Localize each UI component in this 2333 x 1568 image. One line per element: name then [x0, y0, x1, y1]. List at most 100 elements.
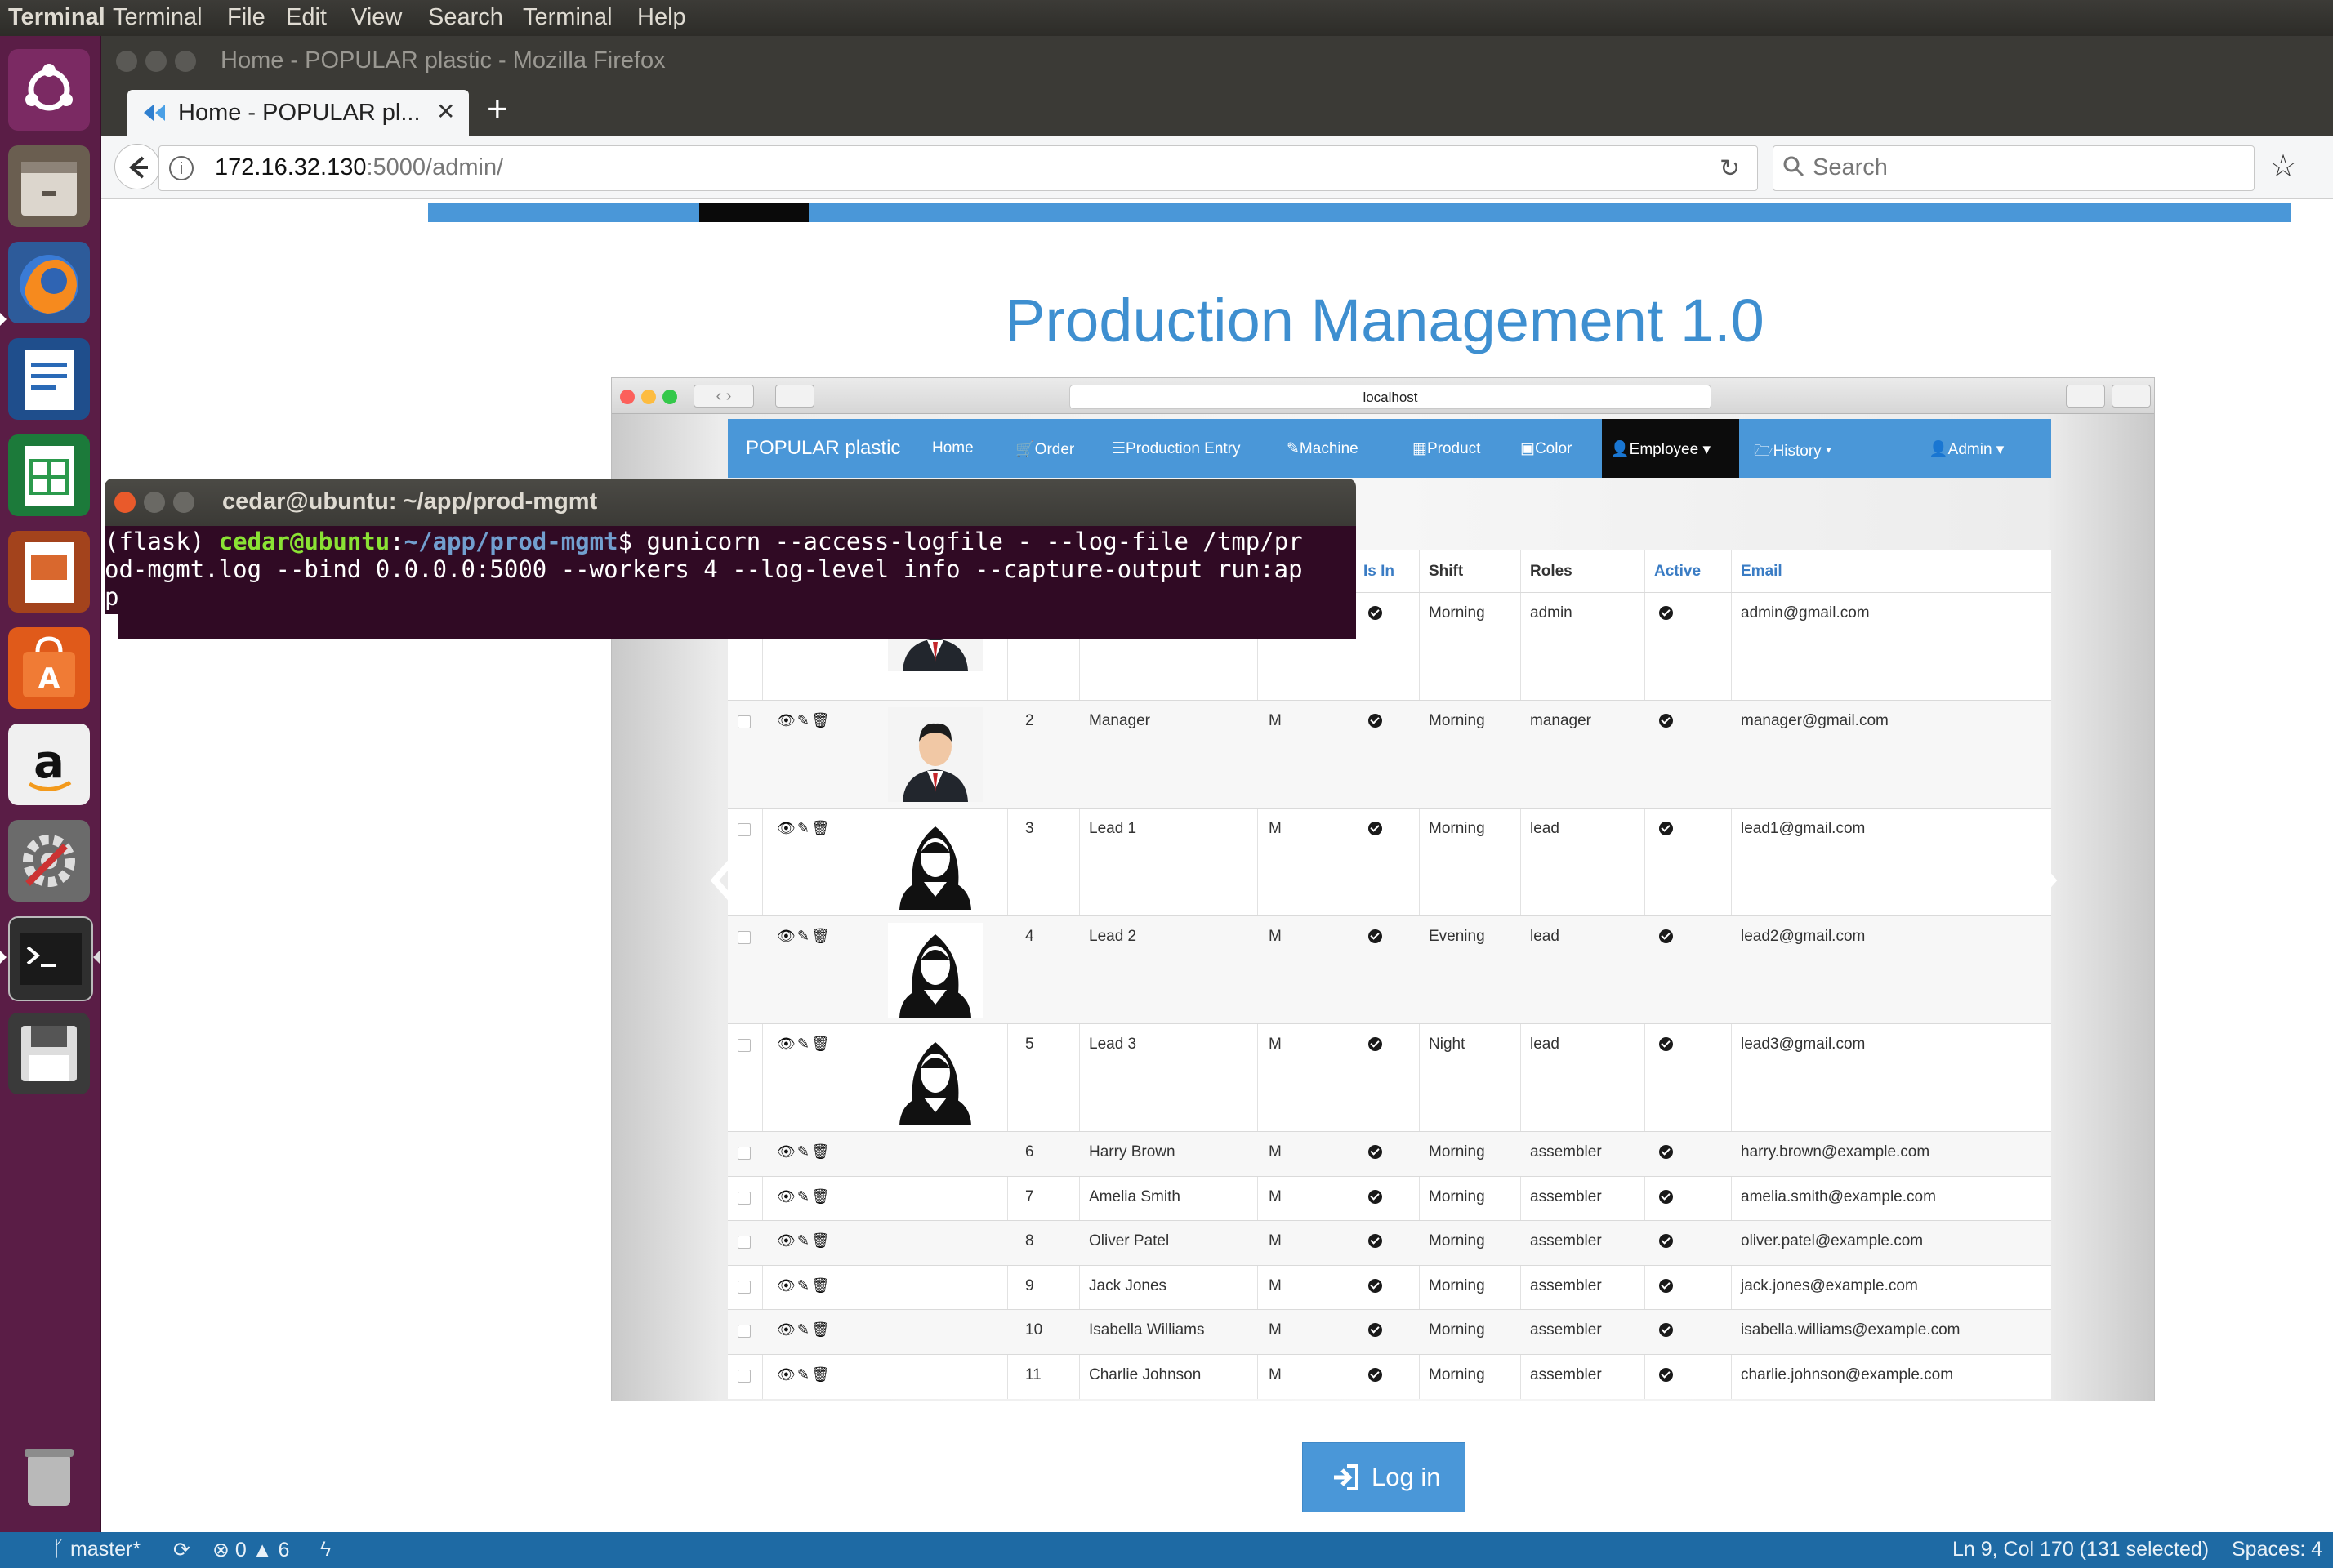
reload-icon[interactable]: ↻	[1720, 154, 1740, 183]
cell-name: Lead 2	[1089, 928, 1137, 945]
maximize-window-button[interactable]	[175, 51, 196, 72]
impress-icon[interactable]	[8, 531, 90, 612]
software-center-icon[interactable]: A	[8, 627, 90, 709]
terminal-close-button[interactable]	[114, 492, 136, 513]
row-select-checkbox[interactable]	[738, 715, 751, 728]
terminal-icon[interactable]	[8, 916, 93, 1001]
cell-id: 10	[1025, 1321, 1043, 1339]
site-info-icon[interactable]: i	[169, 156, 194, 180]
search-bar[interactable]: Search	[1773, 145, 2255, 191]
calc-icon[interactable]	[8, 434, 90, 516]
cell-name: Oliver Patel	[1089, 1232, 1170, 1250]
minimize-window-button[interactable]	[145, 51, 167, 72]
cell-role: assembler	[1530, 1143, 1602, 1160]
cell-name: Harry Brown	[1089, 1143, 1175, 1160]
nav-color-label: Color	[1534, 440, 1572, 457]
table-row: 👁✎🗑 8 Oliver Patel M Morning assembler oliver.…	[728, 1220, 2051, 1266]
menu-file[interactable]: File	[227, 4, 265, 31]
row-actions[interactable]: 👁✎🗑	[777, 1188, 832, 1205]
cart-icon: 🛒	[1015, 441, 1035, 458]
terminal-minimize-button[interactable]	[144, 492, 165, 513]
menu-search[interactable]: Search	[428, 4, 503, 31]
login-button[interactable]: Log in	[1302, 1442, 1465, 1512]
bookmark-star-icon[interactable]: ☆	[2269, 150, 2297, 183]
cell-email: lead3@gmail.com	[1741, 1036, 1866, 1053]
carousel-prev-icon[interactable]	[703, 852, 744, 909]
row-select-checkbox[interactable]	[738, 931, 751, 944]
safari-url-field: localhost	[1069, 385, 1711, 409]
cell-role: assembler	[1530, 1365, 1602, 1383]
close-window-button[interactable]	[116, 51, 137, 72]
lightning-icon[interactable]: ϟ	[320, 1538, 331, 1561]
row-select-checkbox[interactable]	[738, 1236, 751, 1249]
search-icon	[1782, 154, 1806, 179]
user-icon: 👤	[1929, 441, 1948, 458]
writer-icon[interactable]	[8, 338, 90, 420]
menu-terminal-2[interactable]: Terminal	[523, 4, 613, 31]
terminal-maximize-button[interactable]	[173, 492, 194, 513]
git-branch[interactable]: ᚴ master*	[52, 1538, 141, 1561]
indentation[interactable]: Spaces: 4	[2232, 1538, 2322, 1561]
tab-home[interactable]: Home - POPULAR pl... ✕	[127, 90, 469, 136]
cell-id: 5	[1025, 1036, 1034, 1053]
carousel-indicator-active[interactable]	[699, 203, 809, 222]
cell-gender: M	[1269, 1321, 1282, 1339]
system-settings-icon[interactable]	[8, 820, 90, 902]
user-icon: 👤	[1610, 441, 1630, 458]
row-actions[interactable]: 👁✎🗑	[777, 1232, 832, 1250]
row-actions[interactable]: 👁✎🗑	[777, 712, 832, 729]
row-select-checkbox[interactable]	[738, 1325, 751, 1338]
nav-admin: 👤Admin ▾	[1929, 441, 2005, 458]
back-button[interactable]	[114, 144, 160, 189]
row-select-checkbox[interactable]	[738, 1039, 751, 1052]
row-select-checkbox[interactable]	[738, 1280, 751, 1294]
row-actions[interactable]: 👁✎🗑	[777, 820, 832, 837]
firefox-icon[interactable]	[8, 242, 90, 323]
prompt-path: ~/app/prod-mgmt	[404, 528, 618, 555]
cell-email: harry.brown@example.com	[1741, 1143, 1930, 1160]
trash-icon[interactable]	[8, 1434, 90, 1516]
table-row: 👁✎🗑 7 Amelia Smith M Morning assembler amelia.…	[728, 1175, 2051, 1222]
menu-view[interactable]: View	[351, 4, 402, 31]
row-select-checkbox[interactable]	[738, 823, 751, 836]
terminal-output[interactable]: (flask) cedar@ubuntu:~/app/prod-mgmt$ gu…	[105, 526, 1356, 639]
row-actions[interactable]: 👁✎🗑	[777, 1277, 832, 1294]
active-check-icon	[1659, 1234, 1673, 1248]
cell-shift: Evening	[1429, 928, 1485, 945]
row-actions[interactable]: 👁✎🗑	[777, 1143, 832, 1160]
table-row: 👁✎🗑 3 Lead 1 M Morning lead lead1@gmail.com	[728, 808, 2051, 916]
amazon-icon[interactable]: a	[8, 724, 90, 805]
cell-gender: M	[1269, 928, 1282, 945]
carousel-next-icon[interactable]	[2023, 852, 2064, 909]
row-select-checkbox[interactable]	[738, 1147, 751, 1160]
row-actions[interactable]: 👁✎🗑	[777, 928, 832, 945]
row-select-checkbox[interactable]	[738, 1191, 751, 1205]
sync-icon[interactable]: ⟳	[173, 1538, 190, 1562]
row-actions[interactable]: 👁✎🗑	[777, 1321, 832, 1339]
is-in-check-icon	[1368, 714, 1382, 728]
active-check-icon	[1659, 1145, 1673, 1159]
active-check-icon	[1659, 1189, 1673, 1204]
new-tab-button[interactable]: +	[487, 91, 508, 127]
folder-icon: 🗁	[1754, 443, 1773, 460]
row-select-checkbox[interactable]	[738, 1369, 751, 1383]
menu-edit[interactable]: Edit	[286, 4, 327, 31]
url-host: 172.16.32.130	[215, 154, 367, 180]
safari-back-forward-icon: ‹ ›	[694, 385, 754, 408]
menu-terminal[interactable]: Terminal	[113, 4, 203, 31]
terminal-line-1: (flask) cedar@ubuntu:~/app/prod-mgmt$ gu…	[105, 528, 1303, 555]
cursor-position[interactable]: Ln 9, Col 170 (131 selected)	[1952, 1538, 2209, 1561]
row-actions[interactable]: 👁✎🗑	[777, 1366, 832, 1383]
url-bar[interactable]: i 172.16.32.130:5000/admin/ ↻	[158, 145, 1758, 191]
url-text: 172.16.32.130:5000/admin/	[215, 154, 503, 181]
problems-indicator[interactable]: ⊗ 0 ▲ 6	[212, 1538, 289, 1562]
files-icon[interactable]	[8, 145, 90, 227]
menu-help[interactable]: Help	[637, 4, 686, 31]
floppy-icon[interactable]	[8, 1013, 90, 1094]
ubuntu-dash-icon[interactable]	[8, 49, 90, 131]
wrench-icon: ✎	[1287, 440, 1300, 457]
close-tab-icon[interactable]: ✕	[436, 98, 455, 125]
row-actions[interactable]: 👁✎🗑	[777, 1036, 832, 1053]
safari-tabs-icon	[2112, 385, 2151, 408]
running-indicator	[0, 313, 7, 326]
